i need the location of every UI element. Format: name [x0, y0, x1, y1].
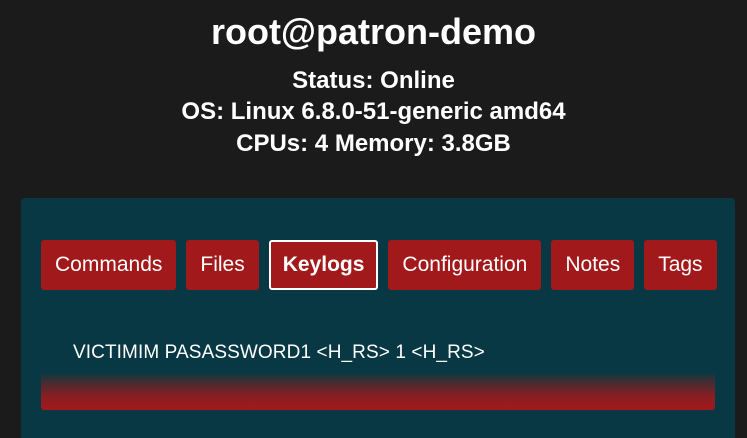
tab-tags[interactable]: Tags: [644, 240, 717, 290]
resources-text: CPUs: 4 Memory: 3.8GB: [236, 130, 511, 157]
keylog-text: VICTIMIM PASASSWORD1 <H_RS> 1 <H_RS>: [73, 342, 485, 363]
tab-commands[interactable]: Commands: [41, 240, 177, 290]
agent-header: root@patron-demo Status: Online OS: Linu…: [0, 0, 747, 195]
tab-configuration[interactable]: Configuration: [388, 240, 542, 290]
status-text: Status: Online: [292, 67, 455, 94]
tab-files[interactable]: Files: [186, 240, 259, 290]
tab-notes[interactable]: Notes: [551, 240, 635, 290]
os-text: OS: Linux 6.8.0-51-generic amd64: [181, 98, 566, 125]
keylog-entry: VICTIMIM PASASSWORD1 <H_RS> 1 <H_RS>: [61, 326, 695, 378]
tab-bar: Commands Files Keylogs Configuration Not…: [41, 240, 717, 290]
page-title: root@patron-demo: [210, 11, 537, 52]
agent-panel: Commands Files Keylogs Configuration Not…: [21, 198, 735, 438]
tab-keylogs[interactable]: Keylogs: [268, 240, 379, 290]
keylog-footer-bar: [41, 372, 715, 410]
